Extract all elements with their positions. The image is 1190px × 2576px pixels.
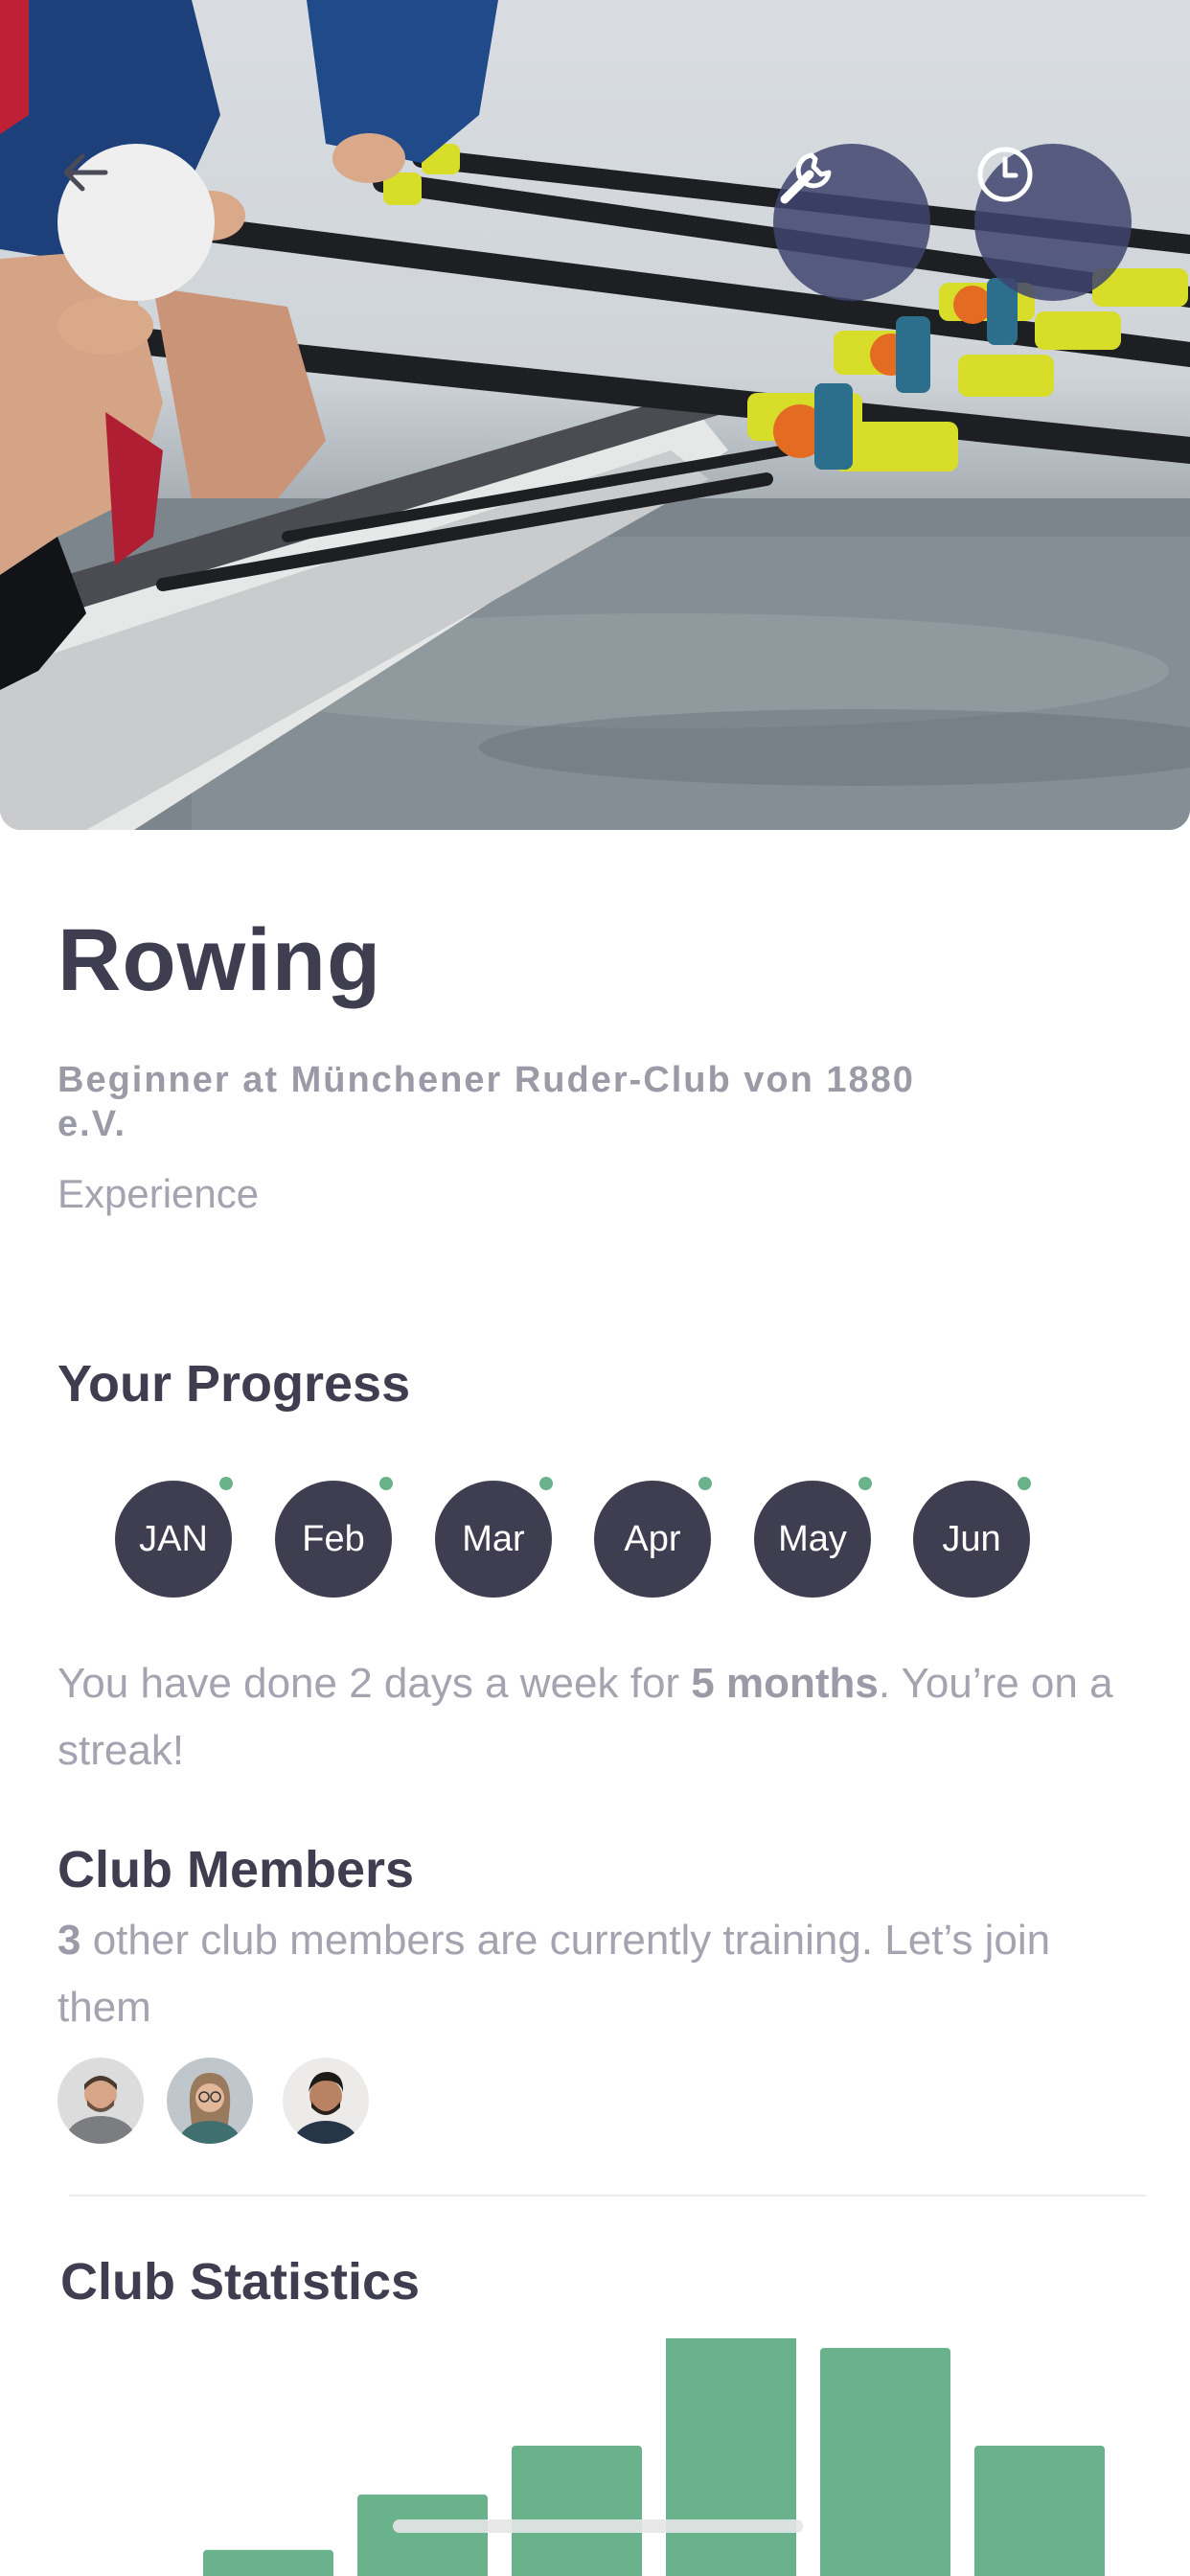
month-label: Feb	[302, 1518, 365, 1559]
avatar-man-beard	[57, 2058, 144, 2144]
month-label: Apr	[624, 1518, 681, 1559]
back-button[interactable]	[57, 144, 215, 301]
month-label: JAN	[139, 1518, 208, 1559]
activity-dot	[858, 1477, 872, 1490]
activity-dot	[219, 1477, 233, 1490]
streak-prefix: You have done 2 days a week for	[57, 1660, 692, 1707]
avatar[interactable]	[283, 2058, 369, 2144]
activity-dot	[379, 1477, 393, 1490]
month-mar[interactable]: Mar	[435, 1477, 553, 1598]
chart-bar-6	[974, 2446, 1105, 2576]
month-jun[interactable]: Jun	[913, 1477, 1031, 1598]
experience-label: Experience	[57, 1171, 260, 1216]
avatar-man-dark-hair	[283, 2058, 369, 2144]
avatar[interactable]	[167, 2058, 253, 2144]
chart-bar-5	[820, 2348, 950, 2576]
month-label: May	[778, 1518, 847, 1559]
activity-title: Rowing	[57, 911, 382, 1009]
month-selector: JAN Feb Mar Apr May Jun	[115, 1477, 1035, 1600]
activity-dot	[539, 1477, 553, 1490]
arrow-left-icon	[63, 153, 108, 192]
activity-subtitle: Beginner at Münchener Ruder-Club von 188…	[57, 1060, 915, 1144]
clock-icon	[977, 147, 1033, 202]
chart-bar-4	[666, 2338, 796, 2576]
activity-dot	[1018, 1477, 1031, 1490]
progress-section-title: Your Progress	[57, 1355, 411, 1413]
home-indicator[interactable]	[393, 2519, 803, 2533]
month-label: Jun	[942, 1518, 1001, 1559]
stats-section-title: Club Statistics	[60, 2253, 421, 2311]
section-divider	[69, 2195, 1146, 2196]
members-text: 3 other club members are currently train…	[57, 1907, 1131, 2041]
club-statistics-chart	[203, 2338, 1105, 2576]
month-label: Mar	[462, 1518, 525, 1559]
streak-text: You have done 2 days a week for 5 months…	[57, 1650, 1131, 1784]
avatar[interactable]	[57, 2058, 144, 2144]
members-count: 3	[57, 1917, 81, 1964]
chart-bar-3	[512, 2446, 642, 2576]
rowing-crew-photo	[0, 0, 1190, 830]
month-may[interactable]: May	[754, 1477, 872, 1598]
month-apr[interactable]: Apr	[594, 1477, 712, 1598]
history-button[interactable]	[974, 144, 1132, 301]
wrench-icon	[780, 152, 832, 204]
avatar-woman-glasses	[167, 2058, 253, 2144]
streak-duration: 5 months	[691, 1660, 879, 1707]
settings-button[interactable]	[773, 144, 930, 301]
members-section-title: Club Members	[57, 1841, 415, 1898]
month-feb[interactable]: Feb	[275, 1477, 393, 1598]
activity-dot	[698, 1477, 712, 1490]
chart-bar-1	[203, 2549, 333, 2576]
chart-bar-2	[357, 2495, 488, 2576]
members-message: other club members are currently trainin…	[57, 1917, 1051, 2031]
month-jan[interactable]: JAN	[115, 1477, 233, 1598]
hero-image	[0, 0, 1190, 830]
